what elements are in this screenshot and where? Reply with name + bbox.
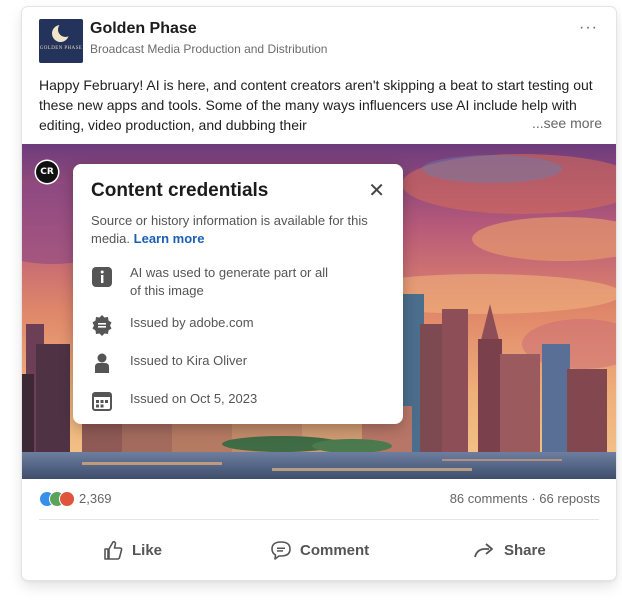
company-subtitle: Broadcast Media Production and Distribut… [90, 42, 328, 56]
engagement-stats[interactable]: 86 comments · 66 reposts [450, 491, 600, 506]
love-reaction-icon [59, 491, 75, 507]
credential-row-recipient: Issued to Kira Oliver [91, 350, 391, 374]
company-logo[interactable]: GOLDEN PHASE [39, 19, 83, 63]
credential-text-recipient: Issued to Kira Oliver [130, 353, 248, 368]
info-icon [92, 267, 112, 287]
learn-more-link[interactable]: Learn more [134, 231, 205, 246]
comment-icon [271, 541, 291, 560]
company-name[interactable]: Golden Phase [90, 20, 197, 38]
credential-text-issuer: Issued by adobe.com [130, 315, 254, 330]
credentials-description-text: Source or history information is availab… [91, 213, 368, 246]
content-credentials-badge[interactable]: CR [36, 161, 58, 183]
divider [39, 519, 599, 520]
credential-text-ai-line2: of this image [130, 283, 204, 298]
share-button[interactable]: Share [472, 537, 546, 563]
close-icon[interactable]: ✕ [368, 178, 385, 203]
credential-row-date: Issued on Oct 5, 2023 [91, 388, 391, 412]
post-image[interactable]: CR Content credentials ✕ Source or histo… [22, 144, 616, 479]
credential-row-ai: AI was used to generate part or all of t… [91, 264, 391, 298]
post-card: GOLDEN PHASE Golden Phase Broadcast Medi… [22, 7, 616, 580]
like-button[interactable]: Like [102, 537, 162, 563]
comment-button[interactable]: Comment [270, 537, 369, 563]
reaction-count[interactable]: 2,369 [79, 491, 112, 506]
credential-text-ai: AI was used to generate part or all of t… [130, 264, 328, 300]
credential-text-ai-line1: AI was used to generate part or all [130, 265, 329, 280]
credentials-title: Content credentials [91, 180, 269, 201]
person-icon [95, 353, 109, 373]
share-label: Share [504, 541, 546, 559]
moon-icon [52, 22, 73, 42]
credential-text-date: Issued on Oct 5, 2023 [130, 391, 258, 406]
comment-label: Comment [300, 541, 370, 559]
thumbs-up-icon [104, 540, 123, 560]
seal-icon [92, 315, 112, 336]
calendar-icon [92, 392, 112, 411]
content-credentials-panel: Content credentials ✕ Source or history … [73, 164, 403, 424]
credential-row-issuer: Issued by adobe.com [91, 312, 391, 336]
see-more-link[interactable]: ...see more [521, 115, 602, 131]
logo-text: GOLDEN PHASE [39, 46, 83, 51]
post-text: Happy February! AI is here, and content … [39, 77, 593, 133]
more-options-button[interactable]: ··· [579, 19, 598, 37]
credentials-description: Source or history information is availab… [91, 212, 381, 248]
share-icon [474, 543, 493, 558]
like-label: Like [132, 541, 163, 559]
